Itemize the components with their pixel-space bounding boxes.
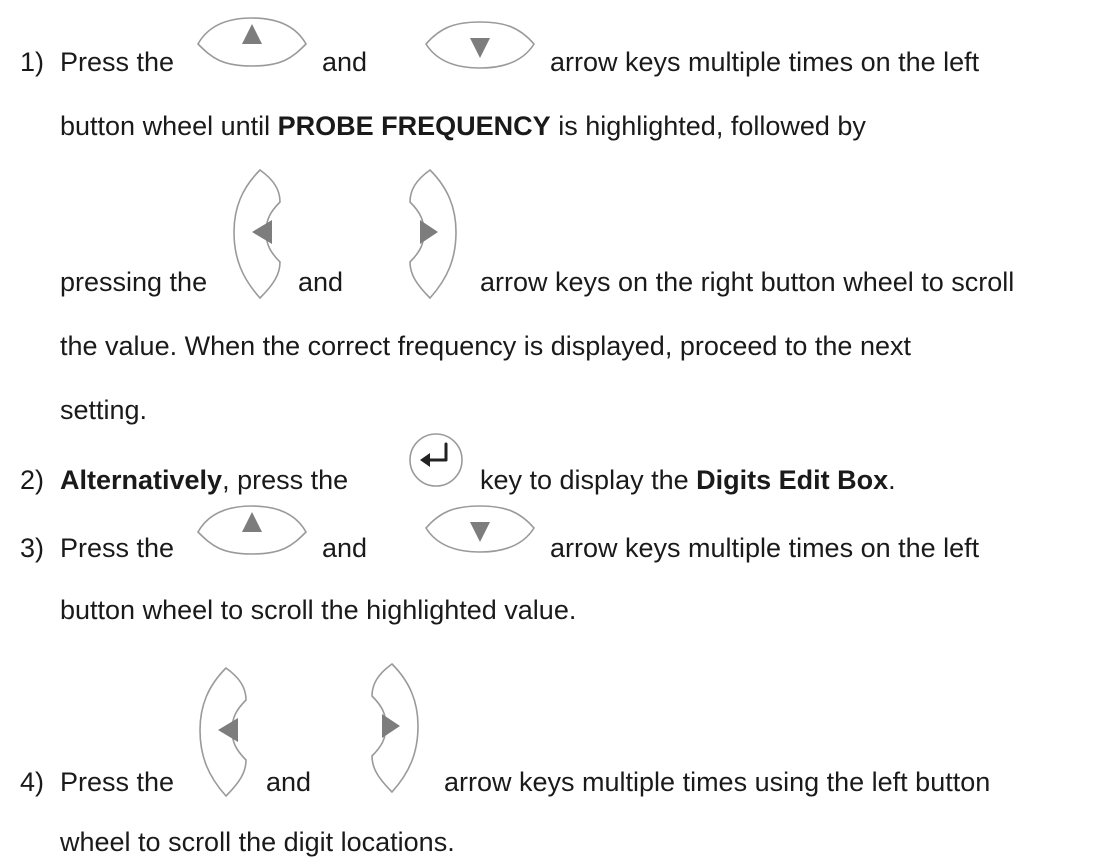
up-arrow-key-icon [197, 17, 307, 67]
step-text: arrow keys multiple times on the left [550, 533, 980, 563]
step-number: 2) [20, 465, 45, 495]
step-number: 3) [20, 533, 45, 563]
step-text: the value. When the correct frequency is… [60, 331, 911, 361]
down-arrow-key-icon [425, 505, 535, 553]
step-text: button wheel to scroll the highlighted v… [60, 595, 577, 625]
step-text: Press the [60, 767, 175, 797]
left-arrow-key-icon [199, 667, 247, 797]
left-arrow-key-icon [233, 169, 281, 299]
step-text: arrow keys on the right button wheel to … [480, 267, 1015, 297]
step-text: wheel to scroll the digit locations. [60, 827, 455, 857]
step-text: and [266, 767, 312, 797]
step-text: arrow keys multiple times on the left [550, 47, 980, 77]
step-text: arrow keys multiple times using the left… [444, 767, 991, 797]
step-text: setting. [60, 395, 148, 425]
step-text: button wheel until PROBE FREQUENCY is hi… [60, 111, 866, 141]
right-arrow-key-icon [409, 169, 457, 299]
step-number: 1) [20, 47, 45, 77]
step-text: Alternatively, press the [60, 465, 349, 495]
step-text: Press the [60, 533, 175, 563]
up-arrow-key-icon [197, 505, 307, 555]
step-text: pressing the [60, 267, 208, 297]
right-arrow-key-icon [371, 663, 419, 793]
step-text: Press the [60, 47, 175, 77]
enter-key-icon [408, 432, 464, 488]
step-text: and [322, 47, 368, 77]
step-number: 4) [20, 767, 45, 797]
step-text: and [322, 533, 368, 563]
step-text: key to display the Digits Edit Box. [480, 465, 896, 495]
down-arrow-key-icon [425, 21, 535, 69]
step-text: and [298, 267, 344, 297]
